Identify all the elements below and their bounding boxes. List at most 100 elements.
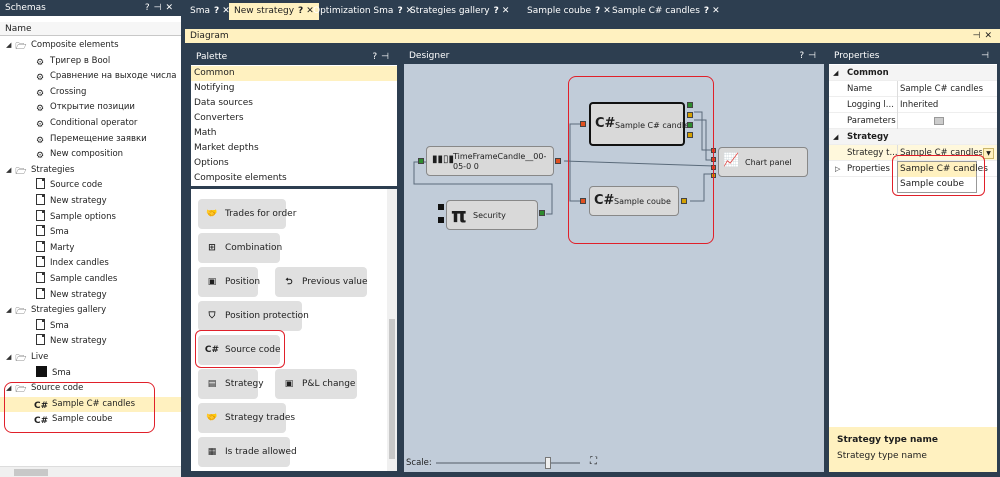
tree-item[interactable]: ◢ 🗁 Strategies — [0, 163, 181, 178]
timeframe-node-label: TimeFrameCandle__00-05-0 0 — [453, 152, 547, 171]
palette-button-strategy[interactable]: ▤ Strategy — [198, 369, 264, 399]
palette-button-trades-for-order[interactable]: 🤝 Trades for order — [198, 199, 296, 229]
chevron-right-icon[interactable]: ▷ — [835, 161, 840, 177]
help-icon[interactable]: ? — [145, 3, 154, 13]
tree-item[interactable]: ⚙ Crossing — [0, 85, 181, 100]
chevron-down-icon[interactable]: ▼ — [983, 148, 994, 159]
close-icon[interactable]: ✕ — [984, 31, 996, 41]
property-value[interactable] — [897, 113, 995, 129]
tree-item[interactable]: ⚙ Тригер в Bool — [0, 54, 181, 69]
close-icon[interactable]: ✕ — [165, 3, 177, 13]
timeframe-output-port[interactable] — [555, 158, 561, 164]
tree-item[interactable]: ◢ 🗁 Live — [0, 350, 181, 365]
name-column-header[interactable]: Name — [0, 22, 181, 36]
tab-sample-coube[interactable]: Sample coube? ✕ — [522, 3, 616, 20]
tree-item[interactable]: ⚙ Conditional operator — [0, 116, 181, 131]
tree-item[interactable]: Sma — [0, 365, 181, 381]
scale-slider-thumb[interactable] — [545, 457, 551, 469]
tree-item[interactable]: ◢ 🗁 Strategies gallery — [0, 303, 181, 318]
tree-item[interactable]: ⚙ Перемещение заявки — [0, 132, 181, 147]
chevron-down-icon[interactable]: ◢ — [6, 163, 15, 178]
help-icon[interactable]: ? — [214, 6, 219, 16]
help-icon[interactable]: ? — [799, 51, 808, 61]
designer-title: Designer — [409, 51, 450, 61]
help-icon[interactable]: ? — [298, 6, 303, 16]
palette-vertical-scrollbar[interactable] — [387, 189, 397, 471]
tree-item[interactable]: Sma — [0, 225, 181, 240]
palette-category[interactable]: Data sources — [191, 96, 397, 111]
tree-item[interactable]: Index candles — [0, 256, 181, 271]
palette-category[interactable]: Market depths — [191, 141, 397, 156]
tree-item[interactable]: Sample candles — [0, 272, 181, 287]
tree-item[interactable]: ⚙ Сравнение на выходе числа — [0, 69, 181, 84]
help-icon[interactable]: ? — [494, 6, 499, 16]
chevron-down-icon[interactable]: ◢ — [6, 38, 15, 53]
pin-icon[interactable]: ⊣ — [154, 3, 166, 13]
palette-button-is-trade-allowed[interactable]: ▦ Is trade allowed — [198, 437, 297, 467]
tab-sma[interactable]: Sma? ✕ — [185, 3, 235, 20]
palette-category[interactable]: Converters — [191, 111, 397, 126]
tree-item[interactable]: New strategy — [0, 194, 181, 209]
palette-category[interactable]: Math — [191, 126, 397, 141]
tree-item[interactable]: Sample options — [0, 209, 181, 225]
pin-icon[interactable]: ⊣ — [808, 51, 820, 61]
chevron-down-icon[interactable]: ◢ — [6, 303, 15, 318]
tree-item[interactable]: Marty — [0, 240, 181, 256]
tree-item[interactable]: Sma — [0, 318, 181, 334]
property-value[interactable]: Sample C# candles — [897, 81, 983, 97]
help-icon[interactable]: ? — [595, 6, 600, 16]
palette-button-position[interactable]: ▣ Position — [198, 267, 260, 297]
tree-item[interactable]: ◢ 🗁 Composite elements — [0, 38, 181, 53]
palette-button-previous-value[interactable]: ⮌ Previous value — [275, 267, 367, 297]
property-name-row[interactable]: Name Sample C# candles — [829, 81, 997, 97]
chevron-down-icon[interactable]: ◢ — [6, 350, 15, 365]
pin-icon[interactable]: ⊣ — [981, 51, 993, 61]
section-strategy[interactable]: ◢ Strategy — [829, 129, 997, 145]
scrollbar-thumb[interactable] — [389, 319, 395, 459]
strategy-icon: ▤ — [207, 378, 217, 389]
tree-item[interactable]: Source code — [0, 178, 181, 193]
close-icon[interactable]: ✕ — [712, 6, 720, 16]
section-common[interactable]: ◢ Common — [829, 65, 997, 81]
timeframe-candle-node[interactable]: ▮▮▯▮ TimeFrameCandle__00-05-0 0 — [426, 146, 554, 176]
scale-slider[interactable] — [436, 457, 580, 469]
horizontal-scrollbar[interactable] — [0, 466, 181, 477]
security-input-port-2[interactable] — [438, 217, 444, 223]
close-icon[interactable]: ✕ — [502, 6, 510, 16]
highlight-strategy-nodes — [568, 76, 714, 244]
tree-item[interactable]: New strategy — [0, 287, 181, 303]
chart-panel-node[interactable]: 📈 Chart panel — [718, 147, 808, 177]
palette-splitter[interactable] — [191, 186, 397, 189]
palette-category[interactable]: Notifying — [191, 81, 397, 96]
palette-category[interactable]: Composite elements — [191, 171, 397, 186]
pin-icon[interactable]: ⊣ — [973, 31, 985, 41]
property-logging-row[interactable]: Logging l... Inherited — [829, 97, 997, 113]
property-parameters-row[interactable]: Parameters — [829, 113, 997, 129]
help-icon[interactable]: ? — [372, 52, 381, 62]
tab-strategies-gallery[interactable]: Strategies gallery? ✕ — [405, 3, 514, 20]
security-node[interactable]: π Security — [446, 200, 538, 230]
palette-category[interactable]: Options — [191, 156, 397, 171]
scrollbar-thumb[interactable] — [14, 469, 48, 476]
palette-button-position-protection[interactable]: ⛉ Position protection — [198, 301, 309, 331]
help-icon[interactable]: ? — [704, 6, 709, 16]
timeframe-input-port[interactable] — [418, 158, 424, 164]
ellipsis-button[interactable] — [934, 117, 944, 125]
tab-optimization-sma[interactable]: Optimization Sma? ✕ — [308, 3, 418, 20]
security-output-port[interactable] — [539, 210, 545, 216]
fit-to-screen-icon[interactable]: ⛶ — [590, 456, 597, 467]
palette-button-p-l-change[interactable]: ▣ P&L change — [275, 369, 357, 399]
property-value[interactable]: Inherited — [897, 97, 938, 113]
tree-item[interactable]: ⚙ Открытие позиции — [0, 100, 181, 115]
palette-button-strategy-trades[interactable]: 🤝 Strategy trades — [198, 403, 295, 433]
palette-button-combination[interactable]: ⊞ Combination — [198, 233, 282, 263]
tree-item[interactable]: New strategy — [0, 334, 181, 349]
help-icon[interactable]: ? — [397, 6, 402, 16]
tree-item[interactable]: ⚙ New composition — [0, 147, 181, 162]
tab-new-strategy[interactable]: New strategy? ✕ — [229, 3, 319, 20]
pin-icon[interactable]: ⊣ — [381, 52, 393, 62]
security-input-port[interactable] — [438, 204, 444, 210]
palette-category[interactable]: Common — [191, 66, 397, 81]
tab-sample-c-candles[interactable]: Sample C# candles? ✕ — [607, 3, 725, 20]
designer-canvas[interactable]: ▮▮▯▮ TimeFrameCandle__00-05-0 0 π Securi… — [404, 64, 824, 454]
